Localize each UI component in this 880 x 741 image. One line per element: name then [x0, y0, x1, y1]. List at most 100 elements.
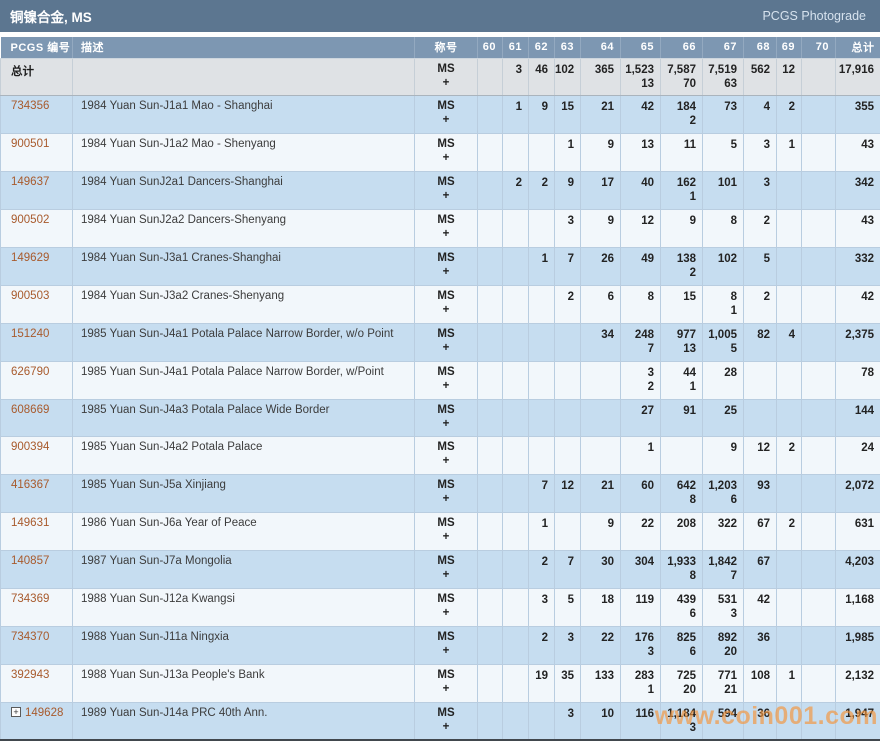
grade-cell-61: 2 — [503, 172, 529, 210]
table-header-row: PCGS 编号 描述 称号 60 61 62 63 64 65 66 67 68… — [1, 37, 880, 58]
grade-cell-62: 2 — [529, 551, 555, 589]
grade-cell-69 — [777, 210, 802, 248]
expand-plus-icon[interactable]: + — [11, 707, 21, 717]
grade-cell-61 — [503, 285, 529, 323]
pcgs-id-link[interactable]: 149628 — [25, 707, 63, 719]
designation-cell: MS + — [415, 172, 478, 210]
table-row: +900501 1984 Yuan Sun-J1a2 Mao - Shenyan… — [1, 134, 880, 172]
grade-cell-68: 2 — [744, 210, 777, 248]
grade-cell-63: 35 — [555, 664, 581, 702]
row-total-cell: 24 — [836, 437, 880, 475]
row-total-cell: 2,375 — [836, 323, 880, 361]
pcgs-id-link[interactable]: 140857 — [11, 555, 49, 567]
table-row: +140857 1987 Yuan Sun-J7a Mongolia MS + … — [1, 551, 880, 589]
description-cell — [73, 58, 415, 96]
grade-cell-70 — [802, 323, 836, 361]
grade-cell-68: 36 — [744, 702, 777, 740]
grade-cell-70 — [802, 134, 836, 172]
pcgs-id-link[interactable]: 392943 — [11, 669, 49, 681]
pcgs-id-cell: +608669 — [1, 399, 73, 437]
grade-cell-62 — [529, 210, 555, 248]
header-grade-62: 62 — [529, 37, 555, 58]
designation-cell: MS + — [415, 323, 478, 361]
designation-ms-label: MS — [415, 138, 477, 150]
designation-plus-label: + — [415, 569, 477, 581]
pcgs-id-cell: +900503 — [1, 285, 73, 323]
pcgs-id-link[interactable]: 149631 — [11, 517, 49, 529]
grade-cell-63: 7 — [555, 247, 581, 285]
grade-cell-68: 5 — [744, 247, 777, 285]
description-cell: 1988 Yuan Sun-J13a People's Bank — [73, 664, 415, 702]
table-row: +149637 1984 Yuan SunJ2a1 Dancers-Shangh… — [1, 172, 880, 210]
grade-cell-67: 1,8427 — [703, 551, 744, 589]
designation-plus-label: + — [415, 228, 477, 240]
grade-cell-66: 441 — [661, 361, 703, 399]
title-bar: 铜镍合金, MS PCGS Photograde — [0, 0, 880, 32]
grade-cell-70 — [802, 513, 836, 551]
pcgs-id-link[interactable]: 900502 — [11, 214, 49, 226]
designation-cell: MS + — [415, 58, 478, 96]
row-total-cell: 4,203 — [836, 551, 880, 589]
grade-cell-60 — [478, 361, 503, 399]
grade-cell-63: 9 — [555, 172, 581, 210]
grade-cell-62 — [529, 437, 555, 475]
pcgs-id-link[interactable]: 416367 — [11, 479, 49, 491]
table-row: +392943 1988 Yuan Sun-J13a People's Bank… — [1, 664, 880, 702]
grade-cell-64: 6 — [581, 285, 621, 323]
grade-cell-64 — [581, 361, 621, 399]
grade-cell-70 — [802, 172, 836, 210]
grade-cell-62: 9 — [529, 96, 555, 134]
designation-ms-label: MS — [415, 631, 477, 643]
grade-cell-60 — [478, 475, 503, 513]
pcgs-id-link[interactable]: 900503 — [11, 290, 49, 302]
designation-plus-label: + — [415, 418, 477, 430]
pcgs-id-link[interactable]: 149637 — [11, 176, 49, 188]
pcgs-id-link[interactable]: 626790 — [11, 366, 49, 378]
designation-plus-label: + — [415, 190, 477, 202]
grade-cell-62 — [529, 361, 555, 399]
grade-cell-61 — [503, 323, 529, 361]
table-row: +900503 1984 Yuan Sun-J3a2 Cranes-Shenya… — [1, 285, 880, 323]
pcgs-id-cell: +900501 — [1, 134, 73, 172]
designation-ms-label: MS — [415, 669, 477, 681]
pcgs-id-cell: +151240 — [1, 323, 73, 361]
grade-cell-69 — [777, 588, 802, 626]
pcgs-id-cell: +900394 — [1, 437, 73, 475]
pcgs-id-link[interactable]: 608669 — [11, 404, 49, 416]
pcgs-id-link[interactable]: 151240 — [11, 328, 49, 340]
designation-ms-label: MS — [415, 252, 477, 264]
grade-cell-66: 1,9338 — [661, 551, 703, 589]
designation-cell: MS + — [415, 475, 478, 513]
grade-cell-62 — [529, 702, 555, 740]
grade-cell-66: 91 — [661, 399, 703, 437]
grade-cell-66: 208 — [661, 513, 703, 551]
pcgs-id-link[interactable]: 900501 — [11, 138, 49, 150]
grade-cell-62: 46 — [529, 58, 555, 96]
pcgs-id-link[interactable]: 900394 — [11, 441, 49, 453]
description-cell: 1988 Yuan Sun-J12a Kwangsi — [73, 588, 415, 626]
row-total-cell: 1,947 — [836, 702, 880, 740]
description-cell: 1985 Yuan Sun-J4a2 Potala Palace — [73, 437, 415, 475]
table-row: +149628 1989 Yuan Sun-J14a PRC 40th Ann.… — [1, 702, 880, 740]
pcgs-id-link[interactable]: 734369 — [11, 593, 49, 605]
grade-cell-67: 5313 — [703, 588, 744, 626]
grade-cell-66: 1842 — [661, 96, 703, 134]
grade-cell-66: 11 — [661, 134, 703, 172]
pcgs-id-link[interactable]: 734370 — [11, 631, 49, 643]
designation-cell: MS + — [415, 588, 478, 626]
grade-cell-65: 13 — [621, 134, 661, 172]
designation-plus-label: + — [415, 266, 477, 278]
grade-cell-67: 5 — [703, 134, 744, 172]
grade-cell-69: 12 — [777, 58, 802, 96]
grade-cell-65: 2831 — [621, 664, 661, 702]
grade-cell-65: 119 — [621, 588, 661, 626]
grade-cell-70 — [802, 475, 836, 513]
pcgs-id-link[interactable]: 149629 — [11, 252, 49, 264]
grade-cell-69 — [777, 247, 802, 285]
grade-cell-64: 34 — [581, 323, 621, 361]
pcgs-id-link[interactable]: 734356 — [11, 100, 49, 112]
designation-ms-label: MS — [415, 214, 477, 226]
description-cell: 1984 Yuan Sun-J3a2 Cranes-Shenyang — [73, 285, 415, 323]
grade-cell-64: 133 — [581, 664, 621, 702]
photograde-link[interactable]: PCGS Photograde — [762, 9, 866, 23]
